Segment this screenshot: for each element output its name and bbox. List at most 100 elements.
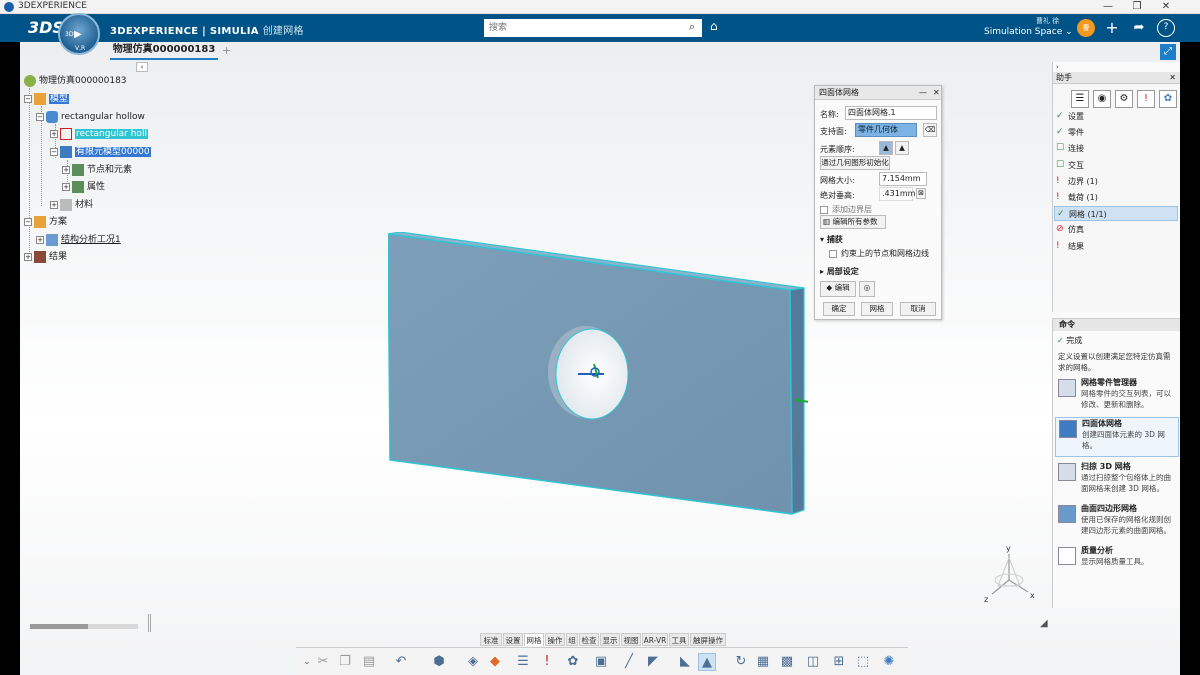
sweep-3d-mesh-item[interactable]: 扫掠 3D 网格 通过扫掠整个包络体上的曲面网格来创建 3D 网格。 — [1055, 461, 1179, 499]
capture-section[interactable]: ▾ 捕获 — [820, 234, 843, 245]
minimize-button[interactable]: — — [1094, 0, 1122, 14]
curve-icon[interactable]: ╱ — [620, 653, 638, 671]
local-spec-icon[interactable]: ◎ — [859, 281, 875, 297]
toolbar-tab[interactable]: 工具 — [669, 633, 689, 646]
gear-tool-icon[interactable]: ✿ — [564, 653, 582, 671]
local-settings-section[interactable]: ▸ 局部设定 — [820, 266, 859, 277]
search-icon[interactable]: ⌕ — [684, 20, 700, 36]
toolbar-tab[interactable]: 视图 — [621, 633, 641, 646]
tree-item-results[interactable]: + 结果 — [24, 250, 67, 264]
assistant-item[interactable]: ! 边界 (1) — [1054, 174, 1178, 189]
edit-all-params-button[interactable]: ▥ 编辑所有参数 — [820, 215, 886, 229]
fit-all-icon[interactable]: ⤢ — [1160, 44, 1176, 60]
resize-grip-icon[interactable]: ◢ — [1040, 618, 1048, 629]
collapse-icon[interactable]: − — [24, 94, 32, 103]
plate-model[interactable] — [388, 232, 808, 517]
list-icon[interactable]: ☰ — [1071, 90, 1089, 108]
dialog-close-icon[interactable]: ✕ — [933, 86, 940, 100]
paste-icon[interactable]: ▤ — [360, 653, 378, 671]
part-tool-icon[interactable]: ▣ — [592, 653, 610, 671]
search-input[interactable] — [484, 19, 702, 37]
assistant-collapse[interactable]: › — [1053, 62, 1180, 72]
collapse-icon[interactable]: − — [24, 217, 32, 226]
toolbar-tab[interactable]: 检查 — [579, 633, 599, 646]
quality-analysis-item[interactable]: 质量分析 显示网格质量工具。 — [1055, 545, 1179, 573]
tetra-mesh-tool-icon[interactable]: ▲ — [698, 653, 716, 671]
tab-simulation[interactable]: 物理仿真000000183 — [110, 42, 218, 60]
tree-collapse-button[interactable]: ‹ — [136, 62, 148, 72]
compass-widget[interactable]: 3D ▶ V,R — [58, 13, 100, 55]
tree-item-material[interactable]: + 材料 — [50, 198, 93, 212]
sweep-icon[interactable]: ↻ — [732, 653, 750, 671]
collapse-icon[interactable]: − — [50, 147, 58, 156]
expand-icon[interactable]: + — [62, 182, 70, 191]
toolbar-tab[interactable]: 触屏操作 — [690, 633, 726, 646]
collapse-icon[interactable]: − — [36, 112, 44, 121]
tag-icon[interactable]: ⌂ — [710, 19, 718, 33]
support-field[interactable]: 零件几何体 — [855, 123, 917, 137]
tree-item-nodes[interactable]: + 节点和元素 — [62, 163, 132, 177]
warning-icon[interactable]: ! — [1137, 90, 1155, 108]
maximize-button[interactable]: ❐ — [1123, 0, 1151, 14]
name-field[interactable]: 四面体网格.1 — [845, 106, 937, 120]
settings-icon[interactable]: ✿ — [1159, 90, 1177, 108]
mesh-quality-icon[interactable]: ⬚ — [854, 653, 872, 671]
constraint-option[interactable]: 约束上的节点和网格边线 — [829, 248, 929, 259]
space-selector[interactable]: Simulation Space ⌄ — [984, 27, 1073, 37]
tree-item-part-child[interactable]: + rectangular holl — [50, 127, 148, 141]
solid-icon[interactable]: ◈ — [464, 653, 482, 671]
copy-icon[interactable]: ❐ — [336, 653, 354, 671]
parabolic-element-icon[interactable]: ▲ — [895, 141, 909, 155]
avatar[interactable]: 曹 — [1077, 19, 1095, 37]
dialog-title-bar[interactable]: 四面体网格 — ✕ — [815, 86, 941, 100]
plus-icon[interactable]: + — [1103, 19, 1121, 37]
assistant-item[interactable]: ✓ 设置 — [1054, 109, 1178, 124]
boundary-layer-checkbox[interactable] — [820, 205, 828, 214]
expand-icon[interactable]: + — [36, 235, 44, 244]
linear-element-icon[interactable]: ▲ — [879, 141, 893, 155]
display-mode-icon[interactable]: ⬢ — [430, 653, 448, 671]
assistant-item[interactable]: ! 载荷 (1) — [1054, 190, 1178, 205]
surface-mesh-icon[interactable]: ◣ — [676, 653, 694, 671]
spec-list-icon[interactable]: ☰ — [514, 653, 532, 671]
sag-field[interactable]: .431mm — [879, 187, 915, 201]
tree-item-model[interactable]: − 模型 — [24, 92, 70, 106]
toolbar-tab[interactable]: 网格 — [524, 633, 544, 646]
expand-icon[interactable]: + — [24, 252, 32, 261]
eye-icon[interactable]: ◉ — [1093, 90, 1111, 108]
tree-item-props[interactable]: + 属性 — [62, 180, 105, 194]
assistant-item[interactable]: ✓ 网格 (1/1) — [1054, 206, 1178, 222]
surface-quad-mesh-item[interactable]: 曲面四边形网格 使用已保存的网格化规则创建四边形元素的曲面网格。 — [1055, 503, 1179, 541]
solid-mesh-icon[interactable]: ▦ — [754, 653, 772, 671]
tetra-mesh-item[interactable]: 四面体网格 创建四面体元素的 3D 网格。 — [1055, 417, 1179, 457]
toolbar-tab[interactable]: AR-VR — [642, 633, 668, 646]
expand-icon[interactable]: + — [50, 129, 58, 138]
share-icon[interactable]: ➦ — [1130, 19, 1148, 37]
tree-item-part[interactable]: − rectangular hollow — [36, 110, 145, 124]
tree-item-fem[interactable]: − 有限元模型00000 — [50, 145, 151, 159]
assistant-item[interactable]: ✓ 零件 — [1054, 125, 1178, 140]
add-tab-button[interactable]: + — [222, 44, 231, 57]
done-item[interactable]: ✓ 完成 — [1057, 335, 1082, 346]
constraint-checkbox[interactable] — [829, 249, 837, 258]
close-button[interactable]: ✕ — [1152, 0, 1180, 14]
toolbar-tab[interactable]: 显示 — [600, 633, 620, 646]
tree-item-case[interactable]: + 结构分析工况1 — [36, 233, 121, 247]
cancel-button[interactable]: 取消 — [900, 302, 936, 316]
panel-splitter[interactable] — [148, 614, 151, 632]
cube-mesh-icon[interactable]: ◫ — [804, 653, 822, 671]
assistant-item[interactable]: ☐ 连接 — [1054, 141, 1178, 156]
toolbar-tab[interactable]: 标准 — [480, 633, 502, 646]
edge-mesh-icon[interactable]: ◤ — [644, 653, 662, 671]
assistant-item[interactable]: ! 结果 — [1054, 239, 1178, 254]
assistant-item[interactable]: ☐ 交互 — [1054, 158, 1178, 173]
toolbar-tab[interactable]: 操作 — [545, 633, 565, 646]
hex-mesh-icon[interactable]: ▩ — [778, 653, 796, 671]
filter-icon[interactable]: ⚙ — [1115, 90, 1133, 108]
assistant-close-icon[interactable]: ✕ — [1169, 72, 1176, 84]
tree-scrollbar-thumb[interactable] — [30, 624, 88, 629]
sag-toggle-icon[interactable]: ⊠ — [916, 188, 926, 199]
mesh-button[interactable]: 网格 — [861, 302, 893, 316]
eraser-icon[interactable]: ⌫ — [923, 123, 937, 137]
mesh-compare-icon[interactable]: ⊞ — [830, 653, 848, 671]
